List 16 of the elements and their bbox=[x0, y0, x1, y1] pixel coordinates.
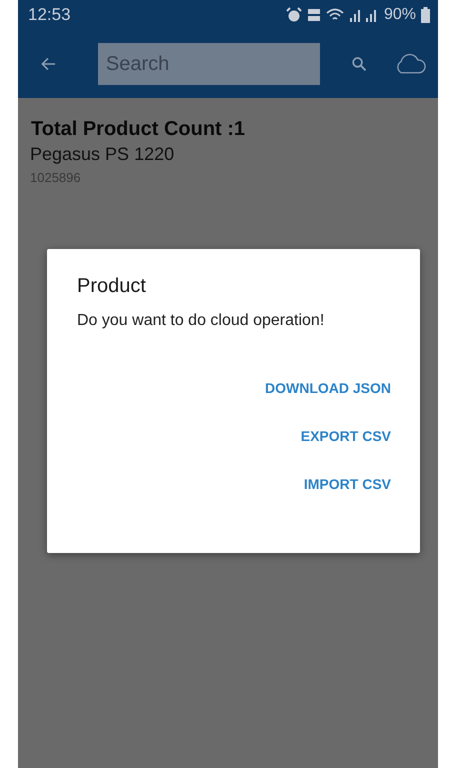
wifi-icon bbox=[326, 8, 344, 22]
dialog-action[interactable]: IMPORT CSV bbox=[304, 470, 391, 498]
search-field[interactable]: Search bbox=[98, 43, 320, 85]
signal-icon bbox=[348, 8, 379, 22]
total-count-heading: Total Product Count :1 bbox=[31, 118, 246, 141]
clock-time: 12:53 bbox=[28, 5, 71, 25]
search-icon[interactable] bbox=[352, 55, 366, 73]
back-arrow-icon[interactable] bbox=[40, 55, 56, 73]
dialog-action[interactable]: EXPORT CSV bbox=[300, 422, 391, 450]
alarm-icon bbox=[286, 7, 302, 23]
dialog-title: Product bbox=[77, 275, 147, 298]
dialog-message: Do you want to do cloud operation! bbox=[77, 312, 326, 330]
dialog-action[interactable]: DOWNLOAD JSON bbox=[265, 374, 391, 402]
product-name[interactable]: Pegasus PS 1220 bbox=[30, 144, 438, 165]
battery-percent: 90% bbox=[384, 6, 416, 24]
battery-icon bbox=[421, 7, 430, 23]
